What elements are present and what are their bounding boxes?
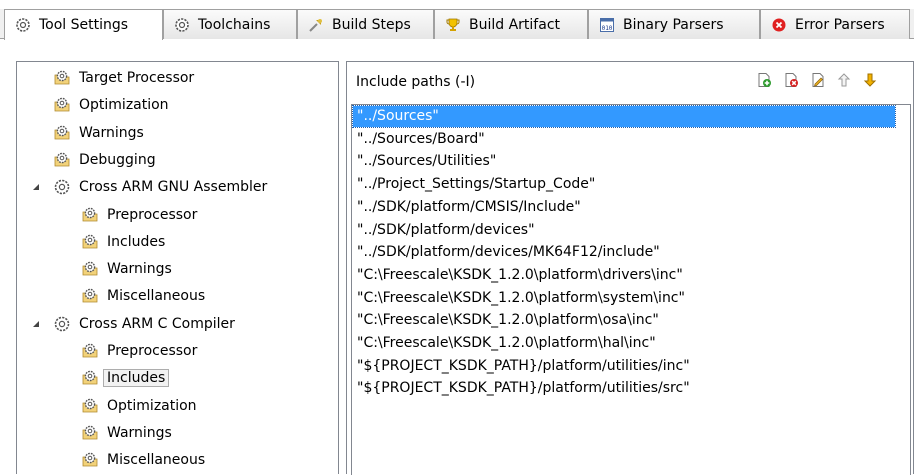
include-path-item[interactable]: "../Sources/Utilities": [353, 151, 895, 172]
gear-icon: [174, 17, 190, 33]
tree-item[interactable]: Preprocessor: [81, 203, 197, 227]
tree-item-label: Preprocessor: [107, 206, 198, 223]
gear-icon: [53, 178, 71, 196]
tab-label: Tool Settings: [39, 17, 129, 33]
svg-text:010: 010: [602, 25, 613, 32]
tree-item[interactable]: Includes: [81, 230, 165, 254]
tree-item[interactable]: Warnings: [81, 421, 172, 445]
gear-icon: [15, 17, 31, 33]
expand-toggle-icon[interactable]: [31, 182, 41, 192]
tree-item[interactable]: Debugging: [53, 148, 156, 172]
tree-item[interactable]: Includes: [81, 366, 170, 390]
tree-item-label: Warnings: [107, 261, 172, 278]
settings-folder-icon: [53, 151, 71, 169]
tree-item-label: Cross ARM GNU Assembler: [79, 179, 268, 196]
tab-label: Toolchains: [198, 16, 271, 33]
tab-tool-settings[interactable]: Tool Settings: [4, 9, 163, 40]
settings-folder-icon: [81, 233, 99, 251]
include-path-item[interactable]: "../SDK/platform/devices": [353, 220, 895, 241]
include-path-item[interactable]: "${PROJECT_KSDK_PATH}/platform/utilities…: [353, 356, 895, 377]
settings-folder-icon: [81, 260, 99, 278]
include-path-item[interactable]: "C:\Freescale\KSDK_1.2.0\platform\driver…: [353, 265, 895, 286]
tool-settings-panel: Target Processor Optimization Warnings Debu…: [8, 39, 914, 475]
include-paths-list[interactable]: "../Sources" "../Sources/Board" "../Source…: [351, 104, 911, 475]
include-path-item[interactable]: "C:\Freescale\KSDK_1.2.0\platform\hal\in…: [353, 333, 895, 354]
delete-icon[interactable]: [782, 71, 800, 89]
include-path-item[interactable]: "C:\Freescale\KSDK_1.2.0\platform\system…: [353, 288, 895, 309]
tab-build-artifact[interactable]: Build Artifact: [434, 9, 588, 39]
tree-item[interactable]: Miscellaneous: [81, 284, 205, 308]
settings-folder-icon: [81, 342, 99, 360]
tree-item-label: Miscellaneous: [107, 452, 206, 469]
include-path-item[interactable]: "../Sources": [352, 105, 896, 128]
include-paths-header: Include paths (-I): [347, 62, 913, 103]
edit-icon[interactable]: [809, 71, 827, 89]
include-paths-panel: Include paths (-I) "../Sources" "../Sourc…: [346, 61, 914, 475]
tree-item-label: Optimization: [79, 97, 169, 114]
include-path-item[interactable]: "../Project_Settings/Startup_Code": [353, 174, 895, 195]
tree-item-label: Warnings: [107, 424, 172, 441]
tab-bar: Tool Settings Toolchains Build Steps Bui…: [0, 9, 914, 40]
move-up-icon[interactable]: [835, 71, 853, 89]
settings-folder-icon: [81, 397, 99, 415]
include-path-item[interactable]: "../Sources/Board": [353, 129, 895, 150]
tab-label: Error Parsers: [795, 16, 885, 33]
tab-label: Binary Parsers: [623, 16, 724, 33]
include-path-item[interactable]: "${PROJECT_KSDK_PATH}/platform/utilities…: [353, 378, 895, 399]
tree-item[interactable]: Optimization: [53, 93, 169, 117]
window-top-edge: [0, 0, 914, 9]
settings-folder-icon: [53, 96, 71, 114]
tree-item-label: Target Processor: [79, 70, 195, 86]
include-path-item[interactable]: "../SDK/platform/CMSIS/Include": [353, 197, 895, 218]
tab-toolchains[interactable]: Toolchains: [163, 9, 297, 39]
settings-folder-icon: [81, 369, 99, 387]
add-icon[interactable]: [755, 71, 773, 89]
tree-item[interactable]: Target Processor: [53, 66, 194, 90]
tree-item-label: Miscellaneous: [107, 288, 206, 305]
tree-item-label: Includes: [102, 369, 170, 388]
settings-folder-icon: [53, 69, 71, 87]
error-icon: [771, 17, 787, 33]
tab-label: Build Steps: [332, 16, 411, 33]
move-down-icon[interactable]: [861, 71, 879, 89]
tree-item-label: Debugging: [79, 151, 156, 168]
binary-icon: 010: [599, 17, 615, 33]
tree-item-label: Cross ARM C Compiler: [79, 315, 235, 332]
settings-tree[interactable]: Target Processor Optimization Warnings Debu…: [16, 61, 339, 474]
tab-binary-parsers[interactable]: 010 Binary Parsers: [588, 9, 760, 39]
tree-item[interactable]: Optimization: [81, 394, 197, 418]
gear-icon: [53, 315, 71, 333]
settings-folder-icon: [81, 451, 99, 469]
include-path-item[interactable]: "C:\Freescale\KSDK_1.2.0\platform\osa\in…: [353, 310, 895, 331]
tab-error-parsers[interactable]: Error Parsers: [760, 9, 910, 39]
tab-build-steps[interactable]: Build Steps: [297, 9, 434, 39]
tree-item-label: Warnings: [79, 124, 144, 141]
tree-item-label: Preprocessor: [107, 343, 198, 359]
expand-toggle-icon[interactable]: [31, 319, 41, 329]
settings-folder-icon: [53, 124, 71, 142]
tree-item[interactable]: Warnings: [81, 257, 172, 281]
trophy-icon: [445, 17, 461, 33]
tree-item-label: Optimization: [107, 397, 197, 414]
tree-item[interactable]: Warnings: [53, 121, 144, 145]
include-path-item[interactable]: "../SDK/platform/devices/MK64F12/include…: [353, 242, 895, 263]
include-paths-title: Include paths (-I): [356, 74, 476, 90]
tree-item[interactable]: Cross ARM C Compiler: [53, 312, 235, 336]
build-steps-icon: [308, 17, 324, 33]
tree-item[interactable]: Cross ARM GNU Assembler: [53, 175, 267, 199]
settings-folder-icon: [81, 287, 99, 305]
settings-folder-icon: [81, 424, 99, 442]
tree-item[interactable]: Preprocessor: [81, 339, 197, 363]
tab-label: Build Artifact: [469, 16, 560, 33]
tree-item-label: Includes: [107, 233, 166, 250]
settings-folder-icon: [81, 206, 99, 224]
tree-item[interactable]: Miscellaneous: [81, 448, 205, 472]
